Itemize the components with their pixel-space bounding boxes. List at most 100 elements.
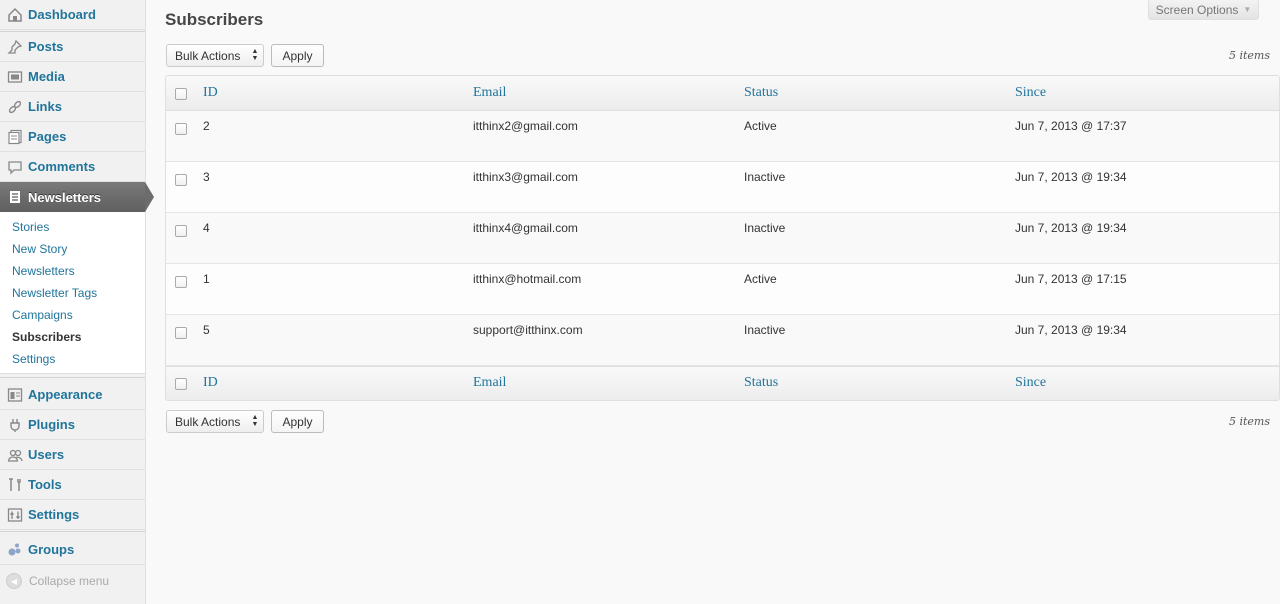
row-checkbox[interactable] xyxy=(175,123,187,135)
column-header-id[interactable]: ID xyxy=(203,85,218,101)
menu-label: Media xyxy=(28,69,65,84)
collapse-menu-button[interactable]: ◀ Collapse menu xyxy=(6,573,109,589)
cell-id: 5 xyxy=(203,323,210,337)
submenu-item-campaigns[interactable]: Campaigns xyxy=(12,308,73,322)
apply-button-bottom[interactable]: Apply xyxy=(271,410,324,433)
newsletters-submenu: Stories New Story Newsletters Newsletter… xyxy=(0,212,145,374)
select-arrows-icon: ▲ ▼ xyxy=(251,48,259,62)
cell-status: Inactive xyxy=(744,323,786,337)
cell-email: itthinx@hotmail.com xyxy=(473,272,582,286)
column-footer-id[interactable]: ID xyxy=(203,375,218,391)
column-footer-email[interactable]: Email xyxy=(473,375,506,391)
cell-status: Active xyxy=(744,272,777,286)
newsletter-icon xyxy=(6,188,24,206)
menu-item-links[interactable]: Links xyxy=(0,92,145,122)
submenu-item-subscribers[interactable]: Subscribers xyxy=(12,330,81,344)
page-title: Subscribers xyxy=(165,10,264,29)
menu-label: Tools xyxy=(28,477,62,492)
cell-status: Active xyxy=(744,119,777,133)
cell-email: support@itthinx.com xyxy=(473,323,583,337)
menu-item-dashboard[interactable]: Dashboard xyxy=(0,0,145,30)
menu-label: Plugins xyxy=(28,417,75,432)
menu-item-posts[interactable]: Posts xyxy=(0,32,145,62)
users-icon xyxy=(6,446,24,464)
apply-button-top[interactable]: Apply xyxy=(271,44,324,67)
submenu-item-stories[interactable]: Stories xyxy=(12,220,49,234)
menu-separator xyxy=(0,377,145,378)
cell-since: Jun 7, 2013 @ 19:34 xyxy=(1015,323,1127,337)
cell-status: Inactive xyxy=(744,221,786,235)
screen-options-label: Screen Options xyxy=(1155,2,1239,17)
table-row: 2 itthinx2@gmail.com Active Jun 7, 2013 … xyxy=(166,111,1279,162)
cell-status: Inactive xyxy=(744,170,786,184)
triangle-down-icon: ▼ xyxy=(1243,5,1252,14)
cell-id: 1 xyxy=(203,272,210,286)
cell-since: Jun 7, 2013 @ 17:15 xyxy=(1015,272,1127,286)
menu-item-tools[interactable]: Tools xyxy=(0,470,145,500)
menu-item-appearance[interactable]: Appearance xyxy=(0,380,145,410)
submenu-item-newsletters[interactable]: Newsletters xyxy=(12,264,75,278)
submenu-item-newsletter-tags[interactable]: Newsletter Tags xyxy=(12,286,97,300)
column-footer-since[interactable]: Since xyxy=(1015,375,1046,391)
menu-label: Groups xyxy=(28,542,75,557)
row-checkbox[interactable] xyxy=(175,327,187,339)
subscribers-table: ID Email Status Since 2 itthinx2@gmail.c… xyxy=(165,75,1280,401)
media-icon xyxy=(6,68,24,86)
items-count-top: 5 items xyxy=(1228,49,1270,62)
table-row: 1 itthinx@hotmail.com Active Jun 7, 2013… xyxy=(166,264,1279,315)
menu-separator xyxy=(0,531,145,532)
column-header-email[interactable]: Email xyxy=(473,85,506,101)
select-arrows-icon: ▲ ▼ xyxy=(251,414,259,428)
screen-options-button[interactable]: Screen Options ▼ xyxy=(1148,0,1259,20)
menu-item-groups[interactable]: Groups xyxy=(0,535,145,565)
menu-label: Posts xyxy=(28,39,64,54)
cell-id: 2 xyxy=(203,119,210,133)
table-row: 4 itthinx4@gmail.com Inactive Jun 7, 201… xyxy=(166,213,1279,264)
row-checkbox[interactable] xyxy=(175,225,187,237)
row-checkbox[interactable] xyxy=(175,174,187,186)
submenu-item-new-story[interactable]: New Story xyxy=(12,242,67,256)
cell-email: itthinx4@gmail.com xyxy=(473,221,578,235)
items-count-bottom: 5 items xyxy=(1228,415,1270,428)
cell-since: Jun 7, 2013 @ 19:34 xyxy=(1015,170,1127,184)
column-footer-status[interactable]: Status xyxy=(744,375,778,391)
cell-since: Jun 7, 2013 @ 19:34 xyxy=(1015,221,1127,235)
comment-bubble-icon xyxy=(6,158,24,176)
appearance-icon xyxy=(6,386,24,404)
cell-id: 3 xyxy=(203,170,210,184)
pushpin-icon xyxy=(6,38,24,56)
cell-since: Jun 7, 2013 @ 17:37 xyxy=(1015,119,1127,133)
select-all-checkbox-bottom[interactable] xyxy=(175,378,187,390)
menu-item-settings[interactable]: Settings xyxy=(0,500,145,530)
column-header-status[interactable]: Status xyxy=(744,85,778,101)
menu-label: Links xyxy=(28,99,62,114)
cell-id: 4 xyxy=(203,221,210,235)
collapse-arrow-icon: ◀ xyxy=(6,573,22,589)
menu-label: Dashboard xyxy=(28,7,96,22)
menu-label: Pages xyxy=(28,129,67,144)
menu-item-media[interactable]: Media xyxy=(0,62,145,92)
menu-item-plugins[interactable]: Plugins xyxy=(0,410,145,440)
menu-item-newsletters[interactable]: Newsletters xyxy=(0,182,154,212)
submenu-item-settings[interactable]: Settings xyxy=(12,352,55,366)
plug-icon xyxy=(6,416,24,434)
table-header: ID Email Status Since xyxy=(166,76,1279,111)
pages-icon xyxy=(6,128,24,146)
select-all-checkbox[interactable] xyxy=(175,88,187,100)
column-header-since[interactable]: Since xyxy=(1015,85,1046,101)
menu-item-pages[interactable]: Pages xyxy=(0,122,145,152)
menu-label: Settings xyxy=(28,507,80,522)
menu-item-users[interactable]: Users xyxy=(0,440,145,470)
menu-item-comments[interactable]: Comments xyxy=(0,152,145,182)
dashboard-icon xyxy=(6,6,24,24)
collapse-menu-label: Collapse menu xyxy=(29,574,110,588)
menu-label: Newsletters xyxy=(28,189,101,205)
bulk-actions-select-bottom[interactable]: Bulk Actions ▲ ▼ xyxy=(166,410,264,433)
bulk-actions-select-top[interactable]: Bulk Actions ▲ ▼ xyxy=(166,44,264,67)
groups-icon xyxy=(6,541,24,559)
cell-email: itthinx2@gmail.com xyxy=(473,119,578,133)
bulk-actions-selected: Bulk Actions xyxy=(175,414,241,429)
table-row: 3 itthinx3@gmail.com Inactive Jun 7, 201… xyxy=(166,162,1279,213)
menu-label: Users xyxy=(28,447,65,462)
row-checkbox[interactable] xyxy=(175,276,187,288)
